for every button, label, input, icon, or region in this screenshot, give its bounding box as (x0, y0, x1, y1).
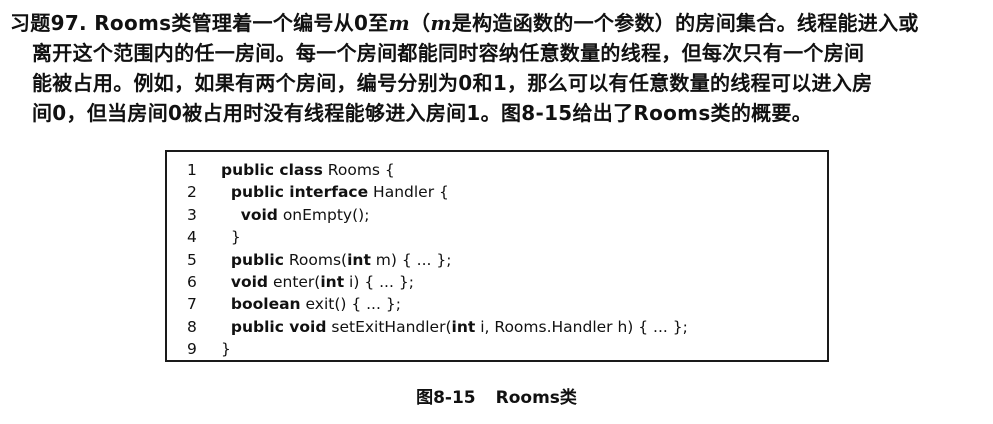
line-number: 1 (187, 161, 197, 179)
code-line: 4 } (187, 226, 688, 248)
code-text: } (221, 340, 231, 358)
exercise-line-2: 离开这个范围内的任一房间。每一个房间都能同时容纳任意数量的线程，但每次只有一个房… (32, 41, 865, 65)
code-line: 7 boolean exit() { ... }; (187, 293, 688, 315)
code-line: 5 public Rooms(int m) { ... }; (187, 249, 688, 271)
code-token: i, Rooms.Handler h) { ... }; (475, 317, 688, 336)
exercise-line-4: 间0，但当房间0被占用时没有线程能够进入房间1。图8-15给出了Rooms类的概… (32, 101, 813, 125)
code-keyword: public void (230, 317, 327, 336)
line-number: 9 (187, 340, 197, 359)
code-keyword: public interface (230, 183, 369, 202)
code-text: public class Rooms { (221, 161, 395, 179)
line-number: 5 (187, 250, 197, 269)
code-line: 2 public interface Handler { (187, 181, 688, 203)
code-text: } (221, 228, 241, 246)
code-listing-box: 1 public class Rooms { 2 public interface … (165, 150, 829, 362)
code-token: Handler { (368, 183, 449, 202)
exercise-number: 习题97. (10, 11, 87, 35)
code-token: setExitHandler( (326, 317, 452, 336)
code-keyword: int (320, 272, 345, 291)
code-text: public interface Handler { (221, 183, 449, 201)
exercise-paragraph: 习题97. Rooms类管理着一个编号从0至m（m是构造函数的一个参数）的房间集… (10, 8, 985, 128)
exercise-line-1: 习题97. Rooms类管理着一个编号从0至m（m是构造函数的一个参数）的房间集… (10, 8, 985, 38)
code-keyword: public class (221, 161, 323, 179)
exercise-line-3: 能被占用。例如，如果有两个房间，编号分别为0和1，那么可以有任意数量的线程可以进… (32, 71, 873, 95)
code-listing: 1 public class Rooms { 2 public interface … (187, 159, 688, 361)
code-token: exit() { ... }; (300, 295, 401, 314)
code-token: } (221, 340, 231, 359)
line-number: 4 (187, 228, 197, 247)
line-number: 8 (187, 317, 197, 336)
line-number: 3 (187, 205, 197, 224)
code-token: i) { ... }; (344, 272, 414, 291)
code-line: 9} (187, 338, 688, 360)
exercise-line-1-seg-4: 是构造函数的一个参数）的房间集合。线程能进入或 (451, 11, 919, 35)
code-line: 3 void onEmpty(); (187, 204, 688, 226)
code-token: m) { ... }; (370, 250, 452, 269)
math-variable-m: m (430, 11, 452, 35)
figure-caption: 图8-15 Rooms类 (0, 383, 993, 408)
code-text: boolean exit() { ... }; (221, 295, 401, 313)
code-keyword: int (347, 250, 371, 269)
code-line: 8 public void setExitHandler(int i, Room… (187, 316, 688, 338)
line-number: 7 (187, 295, 197, 314)
code-token: onEmpty(); (277, 205, 370, 224)
code-token: } (221, 228, 241, 247)
line-number: 6 (187, 272, 197, 291)
code-line: 6 void enter(int i) { ... }; (187, 271, 688, 293)
code-text: void enter(int i) { ... }; (221, 273, 414, 291)
code-text: public Rooms(int m) { ... }; (221, 250, 452, 269)
code-keyword: boolean (230, 295, 301, 314)
math-variable-m: m (388, 11, 411, 35)
exercise-line-1-seg-0: Rooms类管理着一个编号从0至 (86, 11, 389, 35)
figure-label: 图8-15 (416, 388, 476, 408)
code-text: void onEmpty(); (221, 205, 370, 224)
code-text: public void setExitHandler(int i, Rooms.… (221, 318, 688, 336)
figure-title: Rooms类 (495, 388, 577, 408)
code-keyword: void (230, 272, 269, 291)
code-token: Rooms { (322, 161, 395, 179)
code-token: Rooms( (283, 250, 348, 269)
line-number: 2 (187, 183, 197, 202)
exercise-line-1-seg-2: （ (410, 11, 431, 35)
code-line: 1 public class Rooms { (187, 159, 688, 181)
code-keyword: public (230, 250, 284, 269)
code-keyword: void (240, 205, 278, 224)
code-keyword: int (451, 317, 476, 336)
code-token: enter( (268, 272, 321, 291)
